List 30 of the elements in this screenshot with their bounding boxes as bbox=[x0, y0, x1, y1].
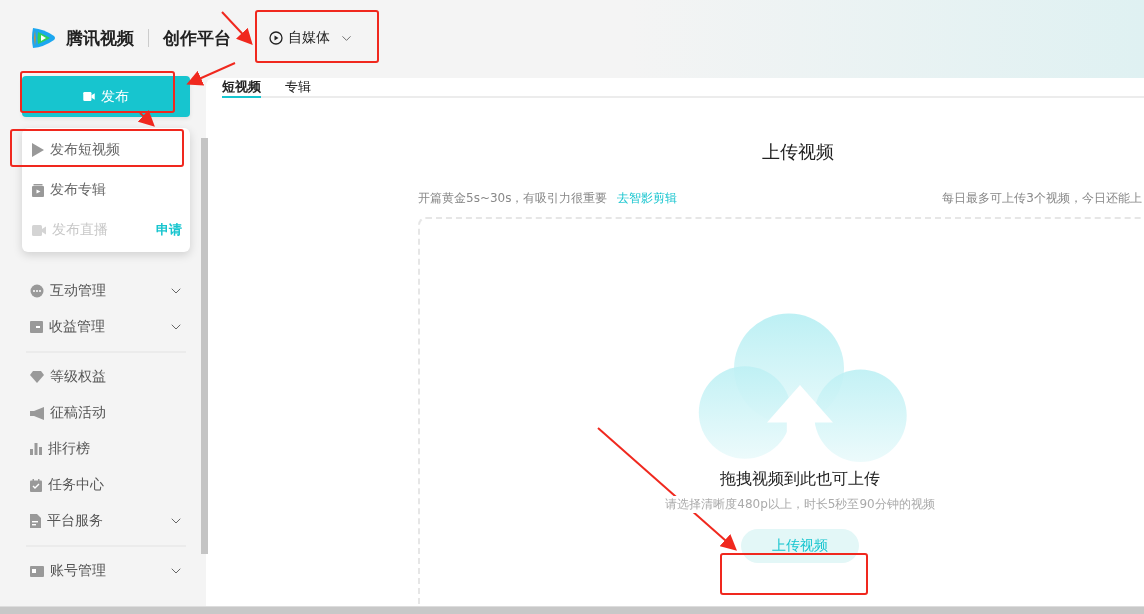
upload-title: 上传视频 bbox=[761, 140, 835, 164]
hint-text: 开篇黄金5s~30s，有吸引力很重要 bbox=[418, 190, 608, 207]
sidebar-item[interactable]: 排行榜 bbox=[22, 431, 190, 467]
sidebar-item-label: 互动管理 bbox=[50, 282, 106, 300]
sidebar-item[interactable]: 平台服务 bbox=[22, 503, 190, 539]
brand-name: 腾讯视频 bbox=[66, 26, 134, 50]
drop-text: 拖拽视频到此也可上传 bbox=[720, 469, 880, 490]
account-type-dropdown[interactable]: 自媒体 bbox=[269, 29, 354, 47]
sidebar-item-label: 排行榜 bbox=[48, 440, 90, 458]
quota-text: 每日最多可上传3个视频，今日还能上 bbox=[942, 190, 1142, 207]
sidebar-item-label: 等级权益 bbox=[50, 368, 106, 386]
platform-name: 创作平台 bbox=[163, 26, 231, 50]
menu-item-label: 发布专辑 bbox=[50, 181, 106, 199]
publish-menu-item[interactable]: 发布专辑 bbox=[22, 170, 190, 210]
publish-menu-item[interactable]: 发布短视频 bbox=[22, 130, 190, 170]
sidebar-item[interactable]: 收益管理 bbox=[22, 309, 190, 345]
sidebar-item[interactable]: 征稿活动 bbox=[22, 395, 190, 431]
sidebar-item[interactable]: 等级权益 bbox=[22, 359, 190, 395]
sidebar-item[interactable]: 互动管理 bbox=[22, 273, 190, 309]
menu-item-label: 发布短视频 bbox=[50, 141, 120, 159]
sidebar-item-label: 任务中心 bbox=[48, 476, 104, 494]
sidebar-item-label: 平台服务 bbox=[47, 512, 103, 530]
sidebar-item[interactable]: 账号管理 bbox=[22, 553, 190, 589]
tab[interactable]: 短视频 bbox=[222, 78, 261, 98]
requirements-text: 请选择清晰度480p以上，时长5秒至90分钟的视频 bbox=[665, 496, 935, 513]
sidebar-item-label: 征稿活动 bbox=[50, 404, 106, 422]
sidebar-item-label: 收益管理 bbox=[49, 318, 105, 336]
sidebar-item-label: 账号管理 bbox=[50, 562, 106, 580]
tab[interactable]: 专辑 bbox=[285, 78, 311, 98]
sidebar-item[interactable]: 任务中心 bbox=[22, 467, 190, 503]
